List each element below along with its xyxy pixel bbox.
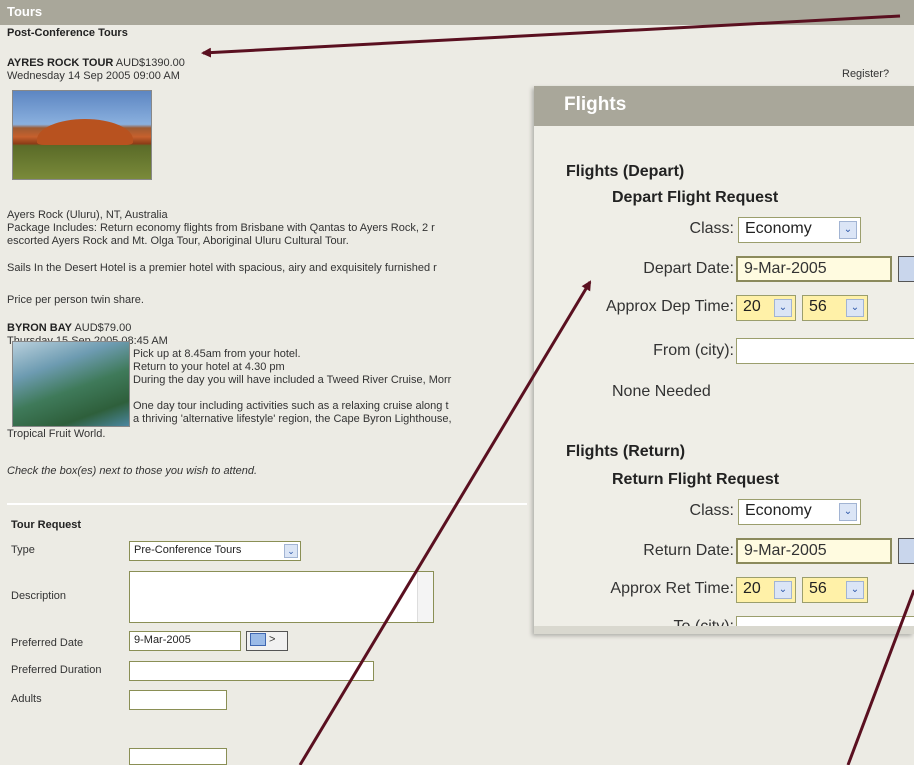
- calendar-icon: [250, 633, 266, 646]
- ret-minute-value: 56: [809, 580, 827, 597]
- return-class-value: Economy: [745, 502, 812, 519]
- flights-header: Flights: [534, 86, 914, 126]
- tour1-hotel: Sails In the Desert Hotel is a premier h…: [7, 262, 437, 274]
- preferred-date-label: Preferred Date: [11, 637, 84, 649]
- tour1-heading: AYRES ROCK TOUR AUD$1390.00: [7, 57, 185, 69]
- tour2-line1: Pick up at 8.45am from your hotel.: [133, 348, 301, 360]
- ret-hour-select[interactable]: 20 ⌄: [736, 577, 796, 603]
- dep-time-label: Approx Dep Time:: [605, 298, 734, 315]
- tour2-price: AUD$79.00: [72, 322, 132, 334]
- tour1-package-line2: escorted Ayers Rock and Mt. Olga Tour, A…: [7, 235, 349, 247]
- return-date-input[interactable]: 9-Mar-2005: [736, 538, 892, 564]
- tour2-line5: a thriving 'alternative lifestyle' regio…: [133, 413, 452, 425]
- return-calendar-icon[interactable]: [898, 538, 914, 564]
- tour2-line4: One day tour including activities such a…: [133, 400, 449, 412]
- description-label: Description: [11, 590, 67, 602]
- preferred-duration-input[interactable]: [129, 661, 374, 681]
- calendar-arrow: >: [269, 633, 276, 646]
- depart-date-input[interactable]: 9-Mar-2005: [736, 256, 892, 282]
- flights-depart-title: Flights (Depart): [566, 163, 685, 180]
- return-flight-request-title: Return Flight Request: [612, 471, 780, 488]
- depart-date-label: Depart Date:: [643, 260, 734, 277]
- section-divider: [7, 503, 527, 505]
- chevron-down-icon: ⌄: [839, 503, 857, 521]
- return-class-label: Class:: [689, 502, 734, 519]
- chevron-down-icon: ⌄: [846, 581, 864, 599]
- check-note: Check the box(es) next to those you wish…: [7, 465, 258, 477]
- tour1-location: Ayers Rock (Uluru), NT, Australia: [7, 209, 168, 221]
- ret-time-label: Approx Ret Time:: [610, 580, 734, 597]
- tour2-line6: Tropical Fruit World.: [7, 428, 106, 440]
- flights-panel: Flights Flights (Depart) Depart Flight R…: [534, 86, 914, 634]
- calendar-button[interactable]: >: [246, 631, 288, 651]
- tours-header: Tours: [0, 0, 914, 25]
- byron-bay-photo: [12, 341, 130, 427]
- none-needed-text: None Needed: [612, 383, 711, 400]
- dep-hour-value: 20: [743, 298, 761, 315]
- depart-flight-request-title: Depart Flight Request: [612, 189, 779, 206]
- tour1-package-line1: Package Includes: Return economy flights…: [7, 222, 435, 234]
- depart-class-value: Economy: [745, 220, 812, 237]
- tour1-price: AUD$1390.00: [113, 57, 185, 69]
- tour1-name: AYRES ROCK TOUR: [7, 57, 114, 69]
- depart-class-select[interactable]: Economy ⌄: [738, 217, 861, 243]
- uluru-photo: [12, 90, 152, 180]
- tour1-datetime: Wednesday 14 Sep 2005 09:00 AM: [7, 70, 180, 82]
- preferred-duration-label: Preferred Duration: [11, 664, 102, 676]
- type-select-value: Pre-Conference Tours: [134, 544, 242, 556]
- post-conference-tours-title: Post-Conference Tours: [7, 27, 128, 39]
- tour2-line3: During the day you will have included a …: [133, 374, 452, 386]
- rock-shape: [37, 119, 133, 145]
- children-input[interactable]: [129, 748, 227, 765]
- adults-label: Adults: [11, 693, 42, 705]
- return-class-select[interactable]: Economy ⌄: [738, 499, 861, 525]
- return-date-label: Return Date:: [643, 542, 734, 559]
- type-select[interactable]: Pre-Conference Tours ⌄: [129, 541, 301, 561]
- ret-hour-value: 20: [743, 580, 761, 597]
- register-link[interactable]: Register?: [842, 68, 889, 80]
- flights-bottom-edge: [534, 626, 914, 634]
- tour2-name: BYRON BAY: [7, 322, 72, 334]
- from-city-input[interactable]: [736, 338, 914, 364]
- from-city-label: From (city):: [653, 342, 734, 359]
- chevron-down-icon: ⌄: [284, 544, 298, 558]
- adults-input[interactable]: [129, 690, 227, 710]
- tour1-price-note: Price per person twin share.: [7, 294, 144, 306]
- tour2-heading: BYRON BAY AUD$79.00: [7, 322, 131, 334]
- depart-calendar-icon[interactable]: [898, 256, 914, 282]
- preferred-date-input[interactable]: 9-Mar-2005: [129, 631, 241, 651]
- description-textarea[interactable]: [129, 571, 434, 623]
- dep-minute-value: 56: [809, 298, 827, 315]
- flights-return-title: Flights (Return): [566, 443, 686, 460]
- type-label: Type: [11, 544, 35, 556]
- dep-minute-select[interactable]: 56 ⌄: [802, 295, 868, 321]
- chevron-down-icon: ⌄: [839, 221, 857, 239]
- tour2-line2: Return to your hotel at 4.30 pm: [133, 361, 285, 373]
- chevron-down-icon: ⌄: [846, 299, 864, 317]
- depart-class-label: Class:: [689, 220, 734, 237]
- ret-minute-select[interactable]: 56 ⌄: [802, 577, 868, 603]
- dep-hour-select[interactable]: 20 ⌄: [736, 295, 796, 321]
- tour-request-title: Tour Request: [11, 519, 82, 531]
- chevron-down-icon: ⌄: [774, 299, 792, 317]
- textarea-scrollbar[interactable]: [417, 572, 433, 622]
- chevron-down-icon: ⌄: [774, 581, 792, 599]
